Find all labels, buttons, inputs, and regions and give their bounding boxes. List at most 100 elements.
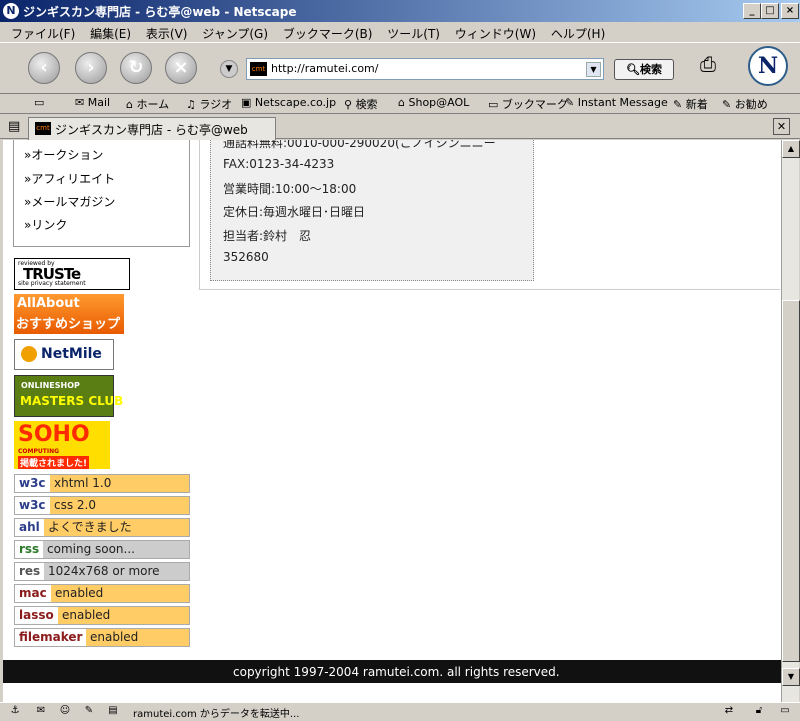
addressbook-icon[interactable]: ▤ xyxy=(106,705,120,718)
netscape-logo[interactable]: N xyxy=(748,46,788,86)
forward-arrow-icon: › xyxy=(87,57,95,78)
footer: copyright 1997-2004 ramutei.com. all rig… xyxy=(3,652,781,683)
bookmark-instant-message[interactable]: ✎ Instant Message xyxy=(565,96,668,109)
security-lock-icon: 🔓︎ xyxy=(755,705,763,716)
masters-club-badge[interactable]: ONLINESHOP MASTERS CLUB xyxy=(14,375,123,417)
status-value: xhtml 1.0 xyxy=(54,476,112,490)
status-text: ramutei.com からデータを転送中... xyxy=(133,709,300,720)
status-bar: ⚓︎ ✉ ☺ ✎ ▤ ramutei.com からデータを転送中... ⇄ 🔓︎… xyxy=(0,702,800,721)
footer-accent xyxy=(683,652,781,660)
bookmark-new[interactable]: ✎ 新着 xyxy=(673,96,708,112)
maximize-button[interactable]: □ xyxy=(761,3,779,19)
forward-button[interactable]: › xyxy=(75,52,107,84)
truste-badge[interactable]: reviewed by TRUSTe site privacy statemen… xyxy=(14,258,130,290)
bookmark-mail[interactable]: ✉ Mail xyxy=(75,96,110,109)
info-tollfree: 通話料無料:0010-000-290020(こノイシンニニー xyxy=(223,140,496,150)
copyright-text: copyright 1997-2004 ramutei.com. all rig… xyxy=(233,665,560,679)
vertical-scrollbar[interactable]: ▲ ▼ xyxy=(781,140,800,702)
status-key: lasso xyxy=(15,607,58,624)
soho-computing-badge[interactable]: SOHO COMPUTING 掲載されました! xyxy=(14,421,110,469)
bookmark-recommend[interactable]: ✎ お勧め xyxy=(722,96,768,112)
url-bar[interactable]: cmt http://ramutei.com/ ▼ xyxy=(246,58,604,80)
popup-icon: ▭ xyxy=(780,705,790,716)
menu-edit[interactable]: 編集(E) xyxy=(90,22,131,42)
composer-icon[interactable]: ✎ xyxy=(82,705,96,718)
status-key: w3c xyxy=(15,475,50,492)
bookmark-radio[interactable]: ♫ ラジオ xyxy=(186,96,232,112)
title-bar: N ジンギスカン専門店 - らむ亭@web - Netscape _ □ × xyxy=(0,0,800,22)
tab-favicon-icon: cmt xyxy=(35,122,51,135)
netscape-app-icon: N xyxy=(3,3,19,19)
info-counter: 352680 xyxy=(223,250,269,264)
chevron-up-icon: ▲ xyxy=(787,144,795,153)
status-value: enabled xyxy=(55,586,104,600)
menu-window[interactable]: ウィンドウ(W) xyxy=(455,22,536,42)
bookmark-folder[interactable]: ▭ ブックマーク xyxy=(488,96,568,112)
connection-icon: ⇄ xyxy=(724,705,734,716)
menu-tools[interactable]: ツール(T) xyxy=(387,22,440,42)
netmile-logo-icon xyxy=(21,346,37,362)
nav-link-affiliate[interactable]: »アフィリエイト xyxy=(24,170,115,187)
left-nav-box: »オークション »アフィリエイト »メールマガジン »リンク xyxy=(13,140,190,247)
nav-link-links[interactable]: »リンク xyxy=(24,216,67,233)
search-label: 検索 xyxy=(639,63,662,76)
menu-view[interactable]: 表示(V) xyxy=(146,22,188,42)
info-fax: FAX:0123-34-4233 xyxy=(223,157,335,171)
nav-link-mailmagazine[interactable]: »メールマガジン xyxy=(24,193,115,210)
status-value: enabled xyxy=(90,630,139,644)
masters-line2: MASTERS CLUB xyxy=(20,394,124,408)
back-button[interactable]: ‹ xyxy=(28,52,60,84)
info-closed: 定休日:毎週水曜日･日曜日 xyxy=(223,205,366,219)
printer-icon: ⎙ xyxy=(700,52,716,76)
status-row-w3c: w3c css 2.0 xyxy=(14,496,190,515)
info-hours: 営業時間:10:00～18:00 xyxy=(223,182,357,196)
navigator-icon[interactable]: ⚓︎ xyxy=(8,705,22,718)
menu-go[interactable]: ジャンプ(G) xyxy=(202,22,268,42)
menu-bookmarks[interactable]: ブックマーク(B) xyxy=(283,22,373,42)
status-row-w3c: w3c xhtml 1.0 xyxy=(14,474,190,493)
im-icon[interactable]: ☺ xyxy=(58,705,72,718)
status-key: ahl xyxy=(15,519,44,536)
bookmark-netscape[interactable]: ▣ Netscape.co.jp xyxy=(241,96,336,109)
menu-help[interactable]: ヘルプ(H) xyxy=(551,22,605,42)
shop-info-box: 通話料無料:0010-000-290020(こノイシンニニー FAX:0123-… xyxy=(210,140,534,281)
bookmark-shop-aol[interactable]: ⌂ Shop@AOL xyxy=(398,96,469,109)
status-key: w3c xyxy=(15,497,50,514)
minimize-button[interactable]: _ xyxy=(743,3,761,19)
bookmark-search[interactable]: ⚲ 検索 xyxy=(344,96,378,112)
status-key: filemaker xyxy=(15,629,87,646)
mail-icon[interactable]: ✉ xyxy=(34,705,48,718)
allabout-line2: おすすめショップ xyxy=(16,317,121,332)
status-value: coming soon... xyxy=(47,542,135,556)
nav-link-auction[interactable]: »オークション xyxy=(24,146,103,163)
url-dropdown-button[interactable]: ▼ xyxy=(586,62,601,77)
page-content: »オークション »アフィリエイト »メールマガジン »リンク reviewed … xyxy=(3,140,781,702)
status-row-mac: mac enabled xyxy=(14,584,190,603)
status-key: res xyxy=(15,563,45,580)
status-value: enabled xyxy=(62,608,111,622)
allabout-badge[interactable]: AllAbout おすすめショップ xyxy=(14,294,124,334)
status-key: rss xyxy=(15,541,44,558)
scroll-thumb[interactable] xyxy=(782,300,800,662)
soho-sub: COMPUTING xyxy=(18,448,60,455)
netmile-badge[interactable]: NetMile xyxy=(14,339,114,370)
new-tab-icon[interactable]: ▤ xyxy=(8,119,20,134)
close-button[interactable]: × xyxy=(781,3,799,19)
status-value: 1024x768 or more xyxy=(48,564,160,578)
bookmark-home[interactable]: ⌂ ホーム xyxy=(126,96,169,112)
toolbar-icon[interactable]: ▭ xyxy=(34,96,44,109)
dropdown-history-button[interactable]: ▼ xyxy=(220,60,238,78)
menu-file[interactable]: ファイル(F) xyxy=(11,22,75,42)
reload-button[interactable]: ↻ xyxy=(120,52,152,84)
print-button[interactable]: ⎙ xyxy=(700,52,728,78)
close-tab-button[interactable]: ✕ xyxy=(773,118,790,135)
tab-current[interactable]: cmt ジンギスカン専門店 - らむ亭@web xyxy=(28,117,276,140)
url-text[interactable]: http://ramutei.com/ xyxy=(271,62,378,75)
search-button[interactable]: 🔍︎検索 xyxy=(614,59,674,80)
stop-button[interactable]: × xyxy=(165,52,197,84)
chevron-down-icon: ▼ xyxy=(590,65,597,74)
stop-icon: × xyxy=(173,57,189,78)
menu-bar: ファイル(F) 編集(E) 表示(V) ジャンプ(G) ブックマーク(B) ツー… xyxy=(0,22,800,42)
scroll-up-button[interactable]: ▲ xyxy=(782,140,800,158)
scroll-down-button[interactable]: ▼ xyxy=(782,668,800,686)
